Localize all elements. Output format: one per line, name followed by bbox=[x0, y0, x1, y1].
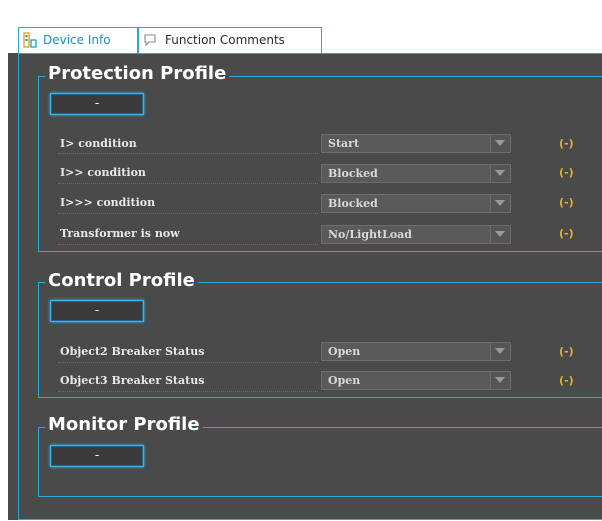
unit-label: (-) bbox=[559, 227, 574, 240]
transformer-select[interactable]: No/LightLoad bbox=[321, 225, 511, 244]
row-label-i-condition: I> condition bbox=[60, 137, 137, 150]
chevron-down-icon[interactable] bbox=[490, 343, 510, 360]
monitor-profile-title: Monitor Profile bbox=[45, 414, 203, 436]
i-condition-select[interactable]: Start bbox=[321, 134, 511, 153]
row-divider bbox=[58, 362, 318, 363]
row-label-object3: Object3 Breaker Status bbox=[60, 374, 205, 387]
comment-icon bbox=[143, 32, 157, 48]
i2-condition-select[interactable]: Blocked bbox=[321, 164, 511, 183]
object2-status-select[interactable]: Open bbox=[321, 342, 511, 361]
row-label-object2: Object2 Breaker Status bbox=[60, 345, 205, 358]
unit-label: (-) bbox=[559, 166, 574, 179]
control-collapse-button[interactable]: - bbox=[50, 300, 144, 322]
protection-collapse-button[interactable]: - bbox=[50, 93, 144, 115]
row-divider bbox=[58, 213, 318, 214]
row-label-transformer: Transformer is now bbox=[60, 227, 180, 240]
row-label-i2-condition: I>> condition bbox=[60, 166, 146, 179]
select-value: Open bbox=[328, 345, 361, 358]
object3-status-select[interactable]: Open bbox=[321, 371, 511, 390]
tab-function-comments[interactable]: Function Comments bbox=[138, 27, 322, 53]
select-value: Blocked bbox=[328, 197, 378, 210]
control-profile-title: Control Profile bbox=[45, 270, 198, 292]
chevron-down-icon[interactable] bbox=[490, 195, 510, 212]
row-divider bbox=[58, 391, 318, 392]
unit-label: (-) bbox=[559, 374, 574, 387]
tab-label: Device Info bbox=[43, 33, 111, 47]
chevron-down-icon[interactable] bbox=[490, 135, 510, 152]
monitor-collapse-button[interactable]: - bbox=[50, 445, 144, 467]
select-value: Start bbox=[328, 137, 360, 150]
row-label-i3-condition: I>>> condition bbox=[60, 196, 156, 209]
i3-condition-select[interactable]: Blocked bbox=[321, 194, 511, 213]
chevron-down-icon[interactable] bbox=[490, 372, 510, 389]
unit-label: (-) bbox=[559, 345, 574, 358]
chevron-down-icon[interactable] bbox=[490, 226, 510, 243]
unit-label: (-) bbox=[559, 196, 574, 209]
select-value: No/LightLoad bbox=[328, 228, 412, 241]
tab-label: Function Comments bbox=[165, 33, 285, 47]
chevron-down-icon[interactable] bbox=[490, 165, 510, 182]
unit-label: (-) bbox=[559, 137, 574, 150]
row-divider bbox=[58, 183, 318, 184]
tab-device-info[interactable]: Device Info bbox=[18, 27, 138, 53]
select-value: Blocked bbox=[328, 167, 378, 180]
select-value: Open bbox=[328, 374, 361, 387]
device-info-icon bbox=[23, 32, 37, 48]
row-divider bbox=[58, 153, 318, 154]
protection-profile-title: Protection Profile bbox=[45, 63, 230, 85]
row-divider bbox=[58, 244, 318, 245]
